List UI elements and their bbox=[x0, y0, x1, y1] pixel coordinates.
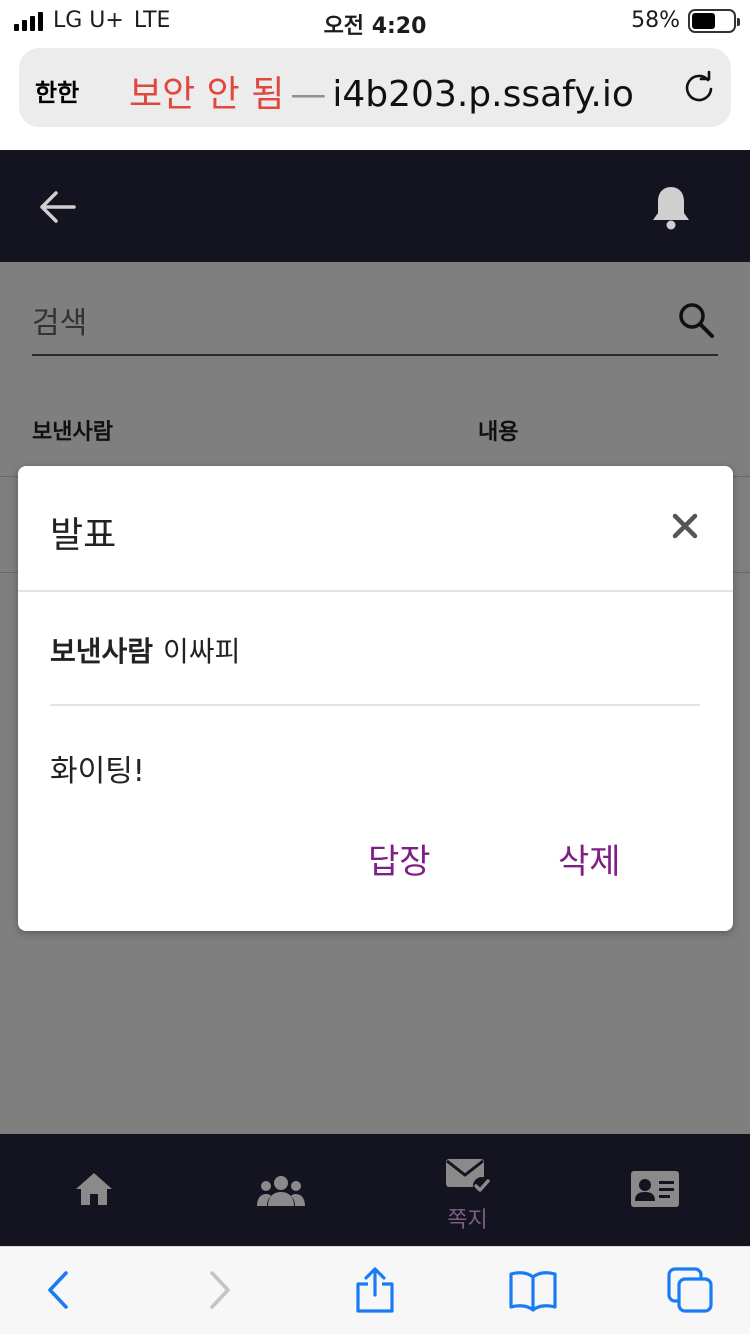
battery-icon bbox=[688, 8, 740, 33]
nav-messages-label: 쪽지 bbox=[447, 1208, 488, 1233]
message-detail-modal: 발표 보낸사람 이싸피 화이팅! 답장 삭제 bbox=[18, 466, 733, 931]
sender-label: 보낸사람 bbox=[50, 635, 154, 668]
nav-messages[interactable]: 쪽지 bbox=[374, 1134, 561, 1246]
bell-icon[interactable] bbox=[650, 184, 692, 230]
sender-name: 이싸피 bbox=[163, 635, 241, 668]
bookmarks-icon[interactable] bbox=[508, 1265, 558, 1315]
nav-community[interactable] bbox=[187, 1134, 374, 1246]
modal-divider bbox=[18, 590, 733, 592]
back-arrow-icon[interactable] bbox=[38, 190, 76, 224]
users-icon bbox=[256, 1176, 305, 1206]
nav-home[interactable] bbox=[0, 1134, 187, 1246]
bottom-navigation: 쪽지 bbox=[0, 1134, 750, 1246]
url-host: i4b203.p.ssafy.io bbox=[332, 74, 634, 115]
address-bar[interactable]: 한한 보안 안 됨 — i4b203.p.ssafy.io bbox=[19, 48, 731, 127]
app-header bbox=[0, 150, 750, 262]
url-display[interactable]: 보안 안 됨 — i4b203.p.ssafy.io bbox=[129, 65, 634, 117]
security-warning: 보안 안 됨 bbox=[129, 74, 285, 115]
mail-check-icon bbox=[445, 1159, 491, 1195]
message-body: 화이팅! bbox=[50, 754, 145, 789]
id-card-icon bbox=[630, 1171, 679, 1207]
browser-forward-icon[interactable] bbox=[194, 1265, 244, 1315]
browser-address-area: 한한 보안 안 됨 — i4b203.p.ssafy.io bbox=[0, 40, 750, 150]
sender-divider bbox=[50, 704, 700, 706]
battery-percent: 58% bbox=[631, 8, 680, 33]
home-icon bbox=[75, 1173, 112, 1205]
share-icon[interactable] bbox=[350, 1265, 400, 1315]
tabs-icon[interactable] bbox=[665, 1265, 715, 1315]
battery-fill bbox=[692, 12, 716, 29]
reload-icon[interactable] bbox=[681, 70, 717, 106]
close-icon[interactable] bbox=[671, 512, 699, 540]
browser-toolbar bbox=[0, 1246, 750, 1334]
nav-profile[interactable] bbox=[561, 1134, 748, 1246]
status-bar: LG U+ LTE 오전 4:20 58% bbox=[0, 0, 750, 40]
browser-back-icon[interactable] bbox=[34, 1265, 84, 1315]
delete-button[interactable]: 삭제 bbox=[558, 834, 621, 883]
reader-options-button[interactable]: 한한 bbox=[35, 73, 79, 108]
modal-title: 발표 bbox=[50, 515, 117, 556]
url-separator: — bbox=[290, 74, 327, 115]
reply-button[interactable]: 답장 bbox=[368, 834, 431, 883]
sender-row: 보낸사람 이싸피 bbox=[50, 630, 240, 670]
